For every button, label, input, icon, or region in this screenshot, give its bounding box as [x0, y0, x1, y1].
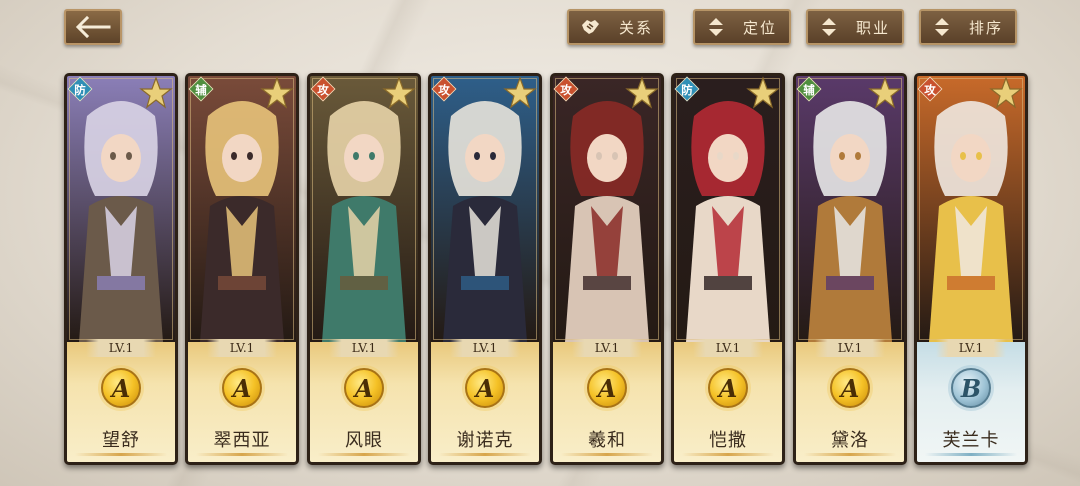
role-badge: 攻: [553, 76, 579, 102]
card-info-panel: LV.1 A 望舒: [67, 339, 175, 462]
star-icon: [503, 76, 537, 109]
divider: [925, 453, 1017, 456]
character-portrait: [917, 76, 1025, 342]
star-icon: [260, 76, 294, 109]
divider: [561, 453, 653, 456]
character-name: 风眼: [345, 430, 383, 451]
rank-badge: A: [830, 368, 870, 408]
card-info-panel: LV.1 A 恺撒: [674, 339, 782, 462]
relation-button[interactable]: 关系: [567, 9, 665, 45]
character-portrait: [553, 76, 661, 342]
character-name: 望舒: [102, 430, 140, 451]
sort-arrows-icon: [821, 18, 836, 36]
card-info-panel: LV.1 A 黛洛: [796, 339, 904, 462]
star-icon: [989, 76, 1023, 109]
character-name: 翠西亚: [213, 430, 271, 451]
divider: [804, 453, 896, 456]
sort-label: 排序: [968, 18, 1003, 37]
card-info-panel: LV.1 A 谢诺克: [431, 339, 539, 462]
card-info-panel: LV.1 B 芙兰卡: [917, 339, 1025, 462]
level-label: LV.1: [936, 339, 1006, 357]
character-illustration: [431, 76, 539, 342]
back-button[interactable]: [64, 9, 122, 45]
rank-badge: A: [222, 368, 262, 408]
rank-badge: A: [587, 368, 627, 408]
level-label: LV.1: [572, 339, 642, 357]
level-label: LV.1: [86, 339, 156, 357]
level-label: LV.1: [815, 339, 885, 357]
rank-badge: A: [101, 368, 141, 408]
character-card[interactable]: 防 LV.1 A 恺撒: [671, 73, 785, 465]
position-filter-button[interactable]: 定位: [693, 9, 791, 45]
role-badge: 攻: [917, 76, 943, 102]
role-badge: 辅: [796, 76, 822, 102]
level-label: LV.1: [450, 339, 520, 357]
character-name: 黛洛: [831, 430, 869, 451]
level-label: LV.1: [329, 339, 399, 357]
card-info-panel: LV.1 A 风眼: [310, 339, 418, 462]
star-icon: [382, 76, 416, 109]
class-label: 职业: [855, 18, 890, 37]
character-illustration: [188, 76, 296, 342]
character-card[interactable]: 防 LV.1 A 望舒: [64, 73, 178, 465]
character-name: 谢诺克: [456, 430, 514, 451]
character-illustration: [310, 76, 418, 342]
role-badge: 防: [674, 76, 700, 102]
divider: [196, 453, 288, 456]
role-badge: 攻: [431, 76, 457, 102]
rank-badge: B: [951, 368, 991, 408]
divider: [682, 453, 774, 456]
character-portrait: [188, 76, 296, 342]
divider: [75, 453, 167, 456]
back-arrow-icon: [75, 15, 111, 39]
rank-badge: A: [708, 368, 748, 408]
divider: [318, 453, 410, 456]
character-card[interactable]: 攻 LV.1 B 芙兰卡: [914, 73, 1028, 465]
character-illustration: [674, 76, 782, 342]
star-icon: [625, 76, 659, 109]
character-card[interactable]: 攻 LV.1 A 风眼: [307, 73, 421, 465]
character-illustration: [553, 76, 661, 342]
divider: [439, 453, 531, 456]
sort-arrows-icon: [934, 18, 949, 36]
level-label: LV.1: [693, 339, 763, 357]
role-badge: 攻: [310, 76, 336, 102]
character-illustration: [67, 76, 175, 342]
character-portrait: [310, 76, 418, 342]
class-filter-button[interactable]: 职业: [806, 9, 904, 45]
character-illustration: [796, 76, 904, 342]
character-name: 羲和: [588, 430, 626, 451]
character-portrait: [796, 76, 904, 342]
star-icon: [746, 76, 780, 109]
relation-label: 关系: [618, 18, 653, 37]
character-card[interactable]: 辅 LV.1 A 黛洛: [793, 73, 907, 465]
rank-badge: A: [465, 368, 505, 408]
character-portrait: [431, 76, 539, 342]
star-icon: [139, 76, 173, 109]
role-badge: 防: [67, 76, 93, 102]
position-label: 定位: [742, 18, 777, 37]
character-portrait: [674, 76, 782, 342]
character-name: 芙兰卡: [942, 430, 1000, 451]
star-icon: [868, 76, 902, 109]
character-card[interactable]: 攻 LV.1 A 谢诺克: [428, 73, 542, 465]
character-card[interactable]: 辅 LV.1 A 翠西亚: [185, 73, 299, 465]
role-badge: 辅: [188, 76, 214, 102]
sort-button[interactable]: 排序: [919, 9, 1017, 45]
character-portrait: [67, 76, 175, 342]
character-name: 恺撒: [709, 430, 747, 451]
card-info-panel: LV.1 A 翠西亚: [188, 339, 296, 462]
character-card[interactable]: 攻 LV.1 A 羲和: [550, 73, 664, 465]
sort-arrows-icon: [708, 18, 723, 36]
character-illustration: [917, 76, 1025, 342]
rank-badge: A: [344, 368, 384, 408]
card-info-panel: LV.1 A 羲和: [553, 339, 661, 462]
level-label: LV.1: [207, 339, 277, 357]
handshake-icon: [581, 20, 599, 34]
